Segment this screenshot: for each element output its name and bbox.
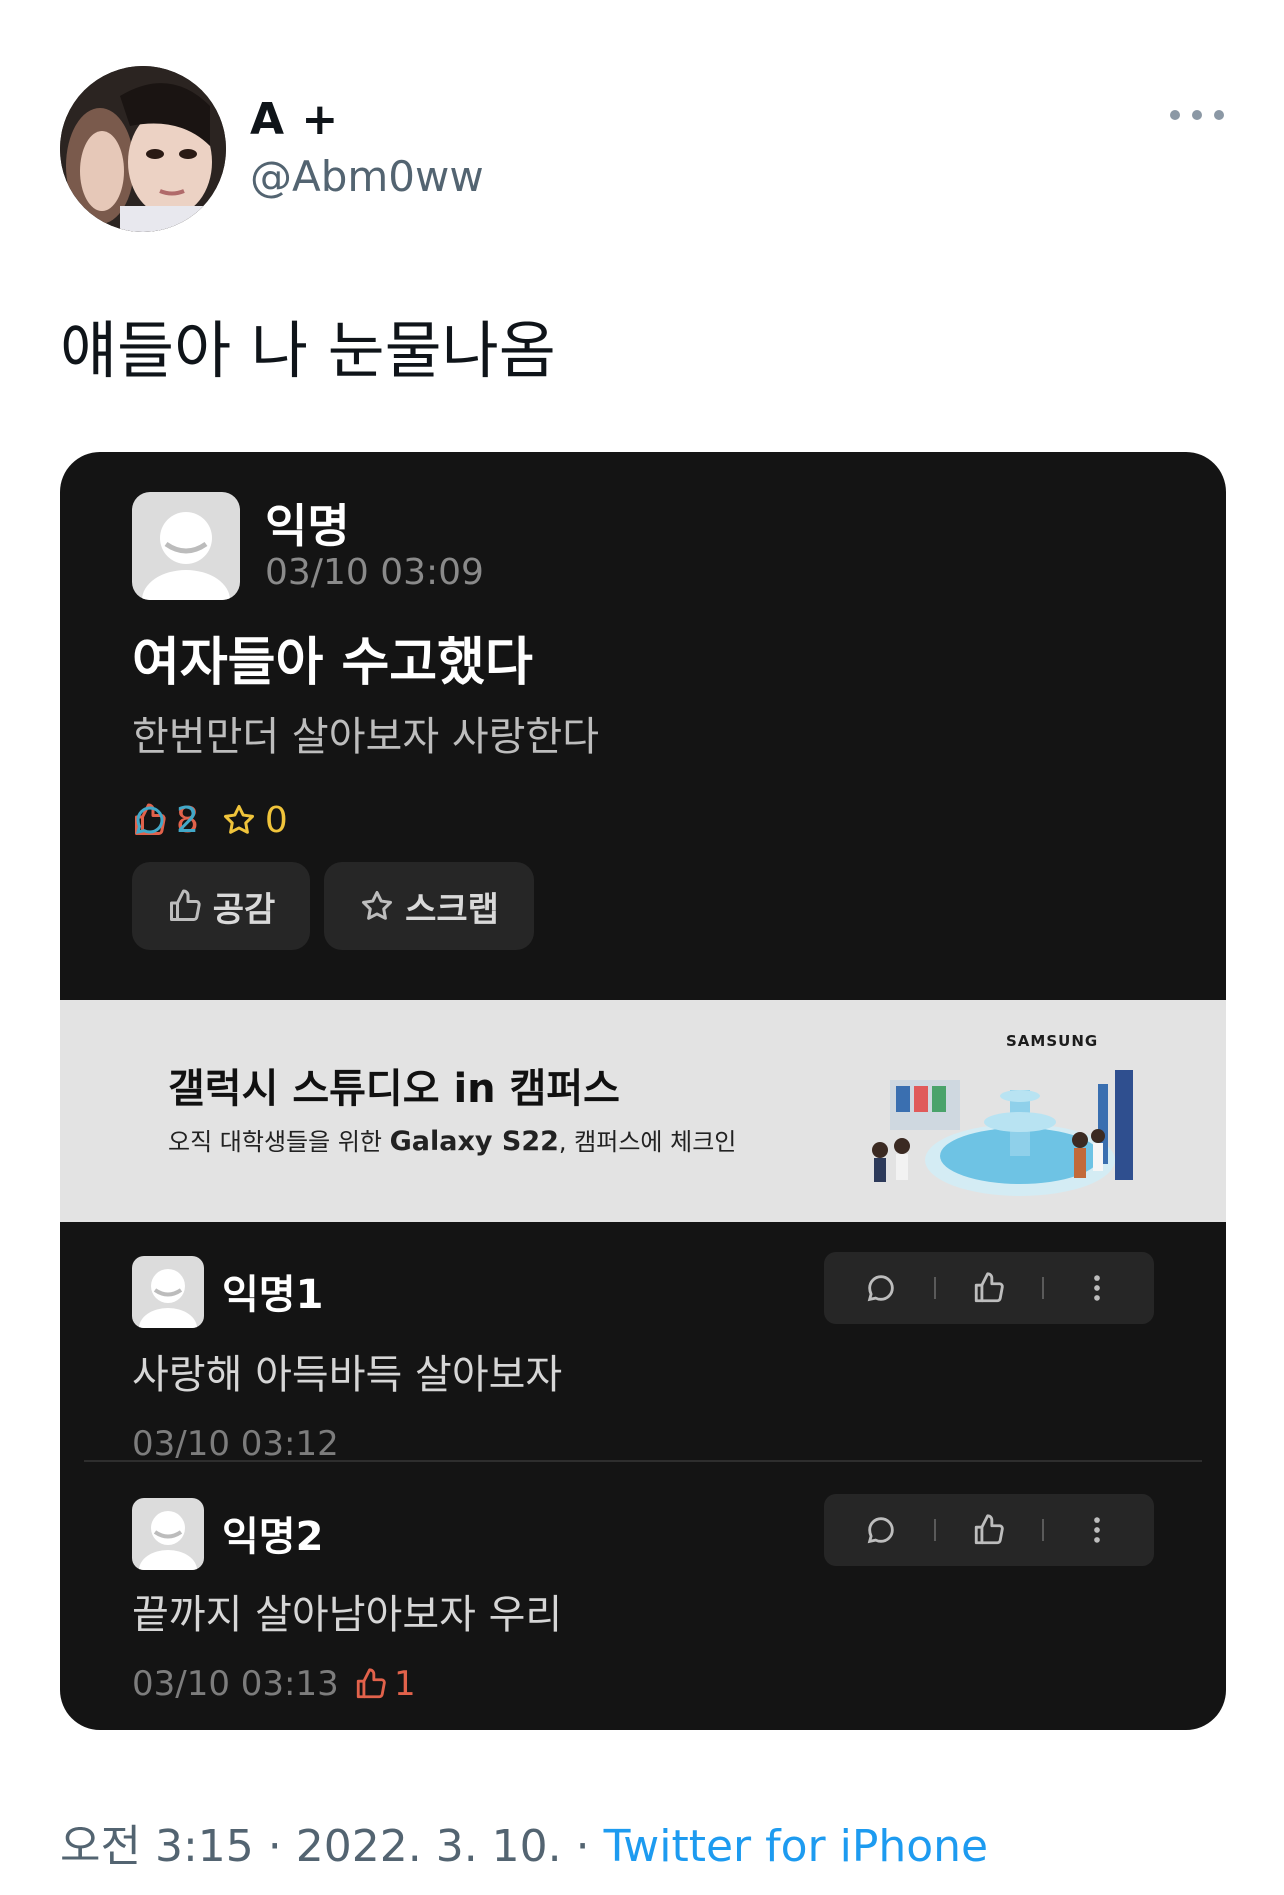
comment-count: 2 <box>132 800 1226 841</box>
comment-author-avatar <box>132 1256 204 1328</box>
more-vertical-icon[interactable] <box>1077 1268 1117 1308</box>
meta-separator: · <box>267 1821 282 1872</box>
comment-action-bar <box>824 1494 1154 1566</box>
profile-avatar[interactable] <box>60 66 226 232</box>
tweet-source-link[interactable]: Twitter for iPhone <box>604 1821 988 1872</box>
comment-author: 익명1 <box>222 1272 324 1318</box>
tweet-date: 2022. 3. 10. <box>295 1821 562 1872</box>
divider <box>1042 1519 1045 1541</box>
reply-icon[interactable] <box>861 1268 901 1308</box>
campus-illustration <box>872 1070 1133 1196</box>
comment-author-avatar <box>132 1498 204 1570</box>
comment-action-bar <box>824 1252 1154 1324</box>
comment-like-count: 1 <box>354 1664 416 1704</box>
post-title: 여자들아 수고했다 <box>132 633 533 693</box>
display-name[interactable]: A + <box>250 94 339 145</box>
tweet-text: 얘들아 나 눈물나옴 <box>60 314 556 387</box>
user-handle[interactable]: @Abm0ww <box>250 152 484 201</box>
more-vertical-icon[interactable] <box>1077 1510 1117 1550</box>
comment-time: 03/10 03:12 <box>132 1424 339 1464</box>
thumbs-up-icon[interactable] <box>969 1510 1009 1550</box>
star-icon <box>362 891 393 920</box>
tweet-meta: 오전 3:15 · 2022. 3. 10. · Twitter for iPh… <box>60 1810 988 1874</box>
comment-text: 끝까지 살아남아보자 우리 <box>132 1592 563 1638</box>
comment-icon <box>135 806 164 834</box>
thumbs-up-icon <box>169 889 201 921</box>
thumbs-up-icon[interactable] <box>969 1268 1009 1308</box>
post-body: 한번만더 살아보자 사랑한다 <box>132 714 600 760</box>
ad-subtitle: 오직 대학생들을 위한 Galaxy S22, 캠퍼스에 체크인 <box>168 1126 737 1157</box>
comment-divider <box>84 1460 1202 1462</box>
divider <box>933 1277 936 1299</box>
like-button[interactable]: 공감 <box>132 862 310 950</box>
post-author-avatar <box>132 492 240 600</box>
more-options-icon[interactable] <box>1170 100 1224 130</box>
meta-separator: · <box>575 1821 590 1872</box>
divider <box>1042 1277 1045 1299</box>
post-stats: 8 2 0 <box>132 798 310 842</box>
post-time: 03/10 03:09 <box>265 552 484 593</box>
divider <box>933 1519 936 1541</box>
tweet-time: 오전 3:15 <box>60 1821 254 1872</box>
comment-text: 사랑해 아득바득 살아보자 <box>132 1352 563 1398</box>
post-author: 익명 <box>265 499 350 553</box>
thumbs-up-icon <box>356 1668 386 1699</box>
scrap-button[interactable]: 스크랩 <box>324 862 534 950</box>
comment-time: 03/10 03:13 <box>132 1664 339 1704</box>
reply-icon[interactable] <box>861 1510 901 1550</box>
attached-image[interactable]: 익명 03/10 03:09 여자들아 수고했다 한번만더 살아보자 사랑한다 … <box>60 452 1226 1730</box>
ad-banner[interactable]: 갤럭시 스튜디오 in 캠퍼스 오직 대학생들을 위한 Galaxy S22, … <box>60 1000 1226 1222</box>
comment-author: 익명2 <box>222 1514 324 1560</box>
ad-title: 갤럭시 스튜디오 in 캠퍼스 <box>168 1066 620 1112</box>
